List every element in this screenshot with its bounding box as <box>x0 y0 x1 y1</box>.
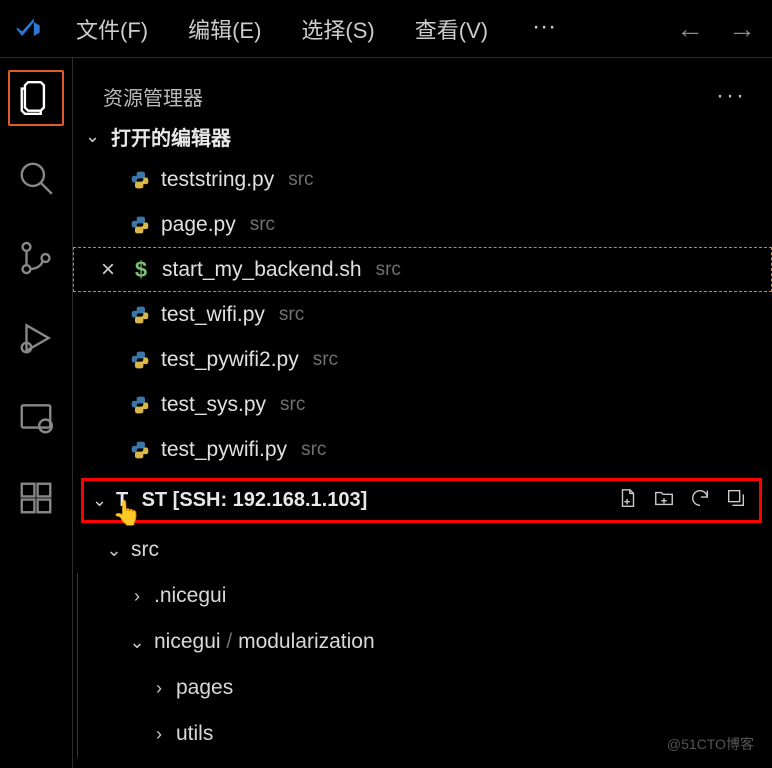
search-icon[interactable] <box>8 150 64 206</box>
filedir: src <box>288 169 313 191</box>
folder-section-highlighted: ⌄ TEST [SSH: 192.168.1.103] <box>81 478 762 523</box>
open-editor-item[interactable]: test_wifi.py src <box>73 292 772 337</box>
tree-label: .nicegui <box>154 584 226 608</box>
new-file-icon[interactable] <box>617 487 639 514</box>
python-file-icon <box>129 305 151 325</box>
nav-arrows: ← → <box>676 15 756 43</box>
chevron-down-icon: ⌄ <box>85 126 105 147</box>
filedir: src <box>313 349 338 371</box>
open-editor-item[interactable]: test_pywifi.py src <box>73 427 772 472</box>
title-bar: 文件(F) 编辑(E) 选择(S) 查看(V) ··· ← → <box>0 0 772 58</box>
chevron-right-icon <box>150 724 168 745</box>
folder-header[interactable]: ⌄ TEST [SSH: 192.168.1.103] <box>86 483 757 518</box>
filename: test_pywifi.py <box>161 438 287 462</box>
filename: test_sys.py <box>161 393 266 417</box>
activity-bar <box>0 58 72 768</box>
open-editor-item[interactable]: test_sys.py src <box>73 382 772 427</box>
nav-forward-icon[interactable]: → <box>728 15 756 43</box>
source-control-icon[interactable] <box>8 230 64 286</box>
python-file-icon <box>129 170 151 190</box>
tree-folder-pages[interactable]: pages <box>77 665 772 711</box>
tree-label: pages <box>176 676 233 700</box>
filename: teststring.py <box>161 168 274 192</box>
menu-bar: 文件(F) 编辑(E) 选择(S) 查看(V) ··· <box>68 9 676 49</box>
tree-folder-nicegui-hidden[interactable]: .nicegui <box>77 573 772 619</box>
tree-folder-src[interactable]: src <box>77 527 772 573</box>
explorer-more-icon[interactable]: ··· <box>716 82 746 110</box>
collapse-all-icon[interactable] <box>725 487 747 514</box>
folder-label: TEST [SSH: 192.168.1.103] <box>116 489 611 512</box>
file-tree: src .nicegui nicegui / modularization pa… <box>73 527 772 757</box>
menu-edit[interactable]: 编辑(E) <box>180 9 269 49</box>
filename: test_pywifi2.py <box>161 348 299 372</box>
main-area: 资源管理器 ··· ⌄ 打开的编辑器 teststring.pysrcpage.… <box>0 58 772 768</box>
filedir: src <box>376 259 401 281</box>
open-editor-item[interactable]: page.py src <box>73 202 772 247</box>
open-editors-header[interactable]: ⌄ 打开的编辑器 <box>73 116 772 157</box>
run-debug-icon[interactable] <box>8 310 64 366</box>
remote-explorer-icon[interactable] <box>8 390 64 446</box>
tree-label: utils <box>176 722 213 746</box>
python-file-icon <box>129 440 151 460</box>
menu-overflow[interactable]: ··· <box>520 9 568 49</box>
filedir: src <box>279 304 304 326</box>
open-editor-item[interactable]: teststring.py src <box>73 157 772 202</box>
refresh-icon[interactable] <box>689 487 711 514</box>
python-file-icon <box>129 395 151 415</box>
open-editors-label: 打开的编辑器 <box>111 122 231 151</box>
menu-file[interactable]: 文件(F) <box>68 9 156 49</box>
new-folder-icon[interactable] <box>653 487 675 514</box>
filedir: src <box>301 439 326 461</box>
chevron-down-icon <box>105 540 123 561</box>
chevron-down-icon <box>128 632 146 653</box>
chevron-down-icon: ⌄ <box>92 490 110 511</box>
close-icon[interactable]: × <box>96 256 120 284</box>
filename: start_my_backend.sh <box>162 258 362 282</box>
explorer-header: 资源管理器 ··· <box>73 76 772 116</box>
python-file-icon <box>129 350 151 370</box>
vscode-logo-icon <box>8 9 48 49</box>
shell-file-icon: $ <box>130 257 152 283</box>
extensions-icon[interactable] <box>8 470 64 526</box>
chevron-right-icon <box>128 586 146 607</box>
filedir: src <box>280 394 305 416</box>
tree-folder-nicegui-modularization[interactable]: nicegui / modularization <box>77 619 772 665</box>
explorer-sidebar: 资源管理器 ··· ⌄ 打开的编辑器 teststring.pysrcpage.… <box>72 58 772 768</box>
filename: page.py <box>161 213 236 237</box>
open-editor-item[interactable]: test_pywifi2.py src <box>73 337 772 382</box>
python-file-icon <box>129 215 151 235</box>
menu-select[interactable]: 选择(S) <box>293 9 382 49</box>
menu-view[interactable]: 查看(V) <box>407 9 496 49</box>
explorer-title: 资源管理器 <box>103 82 203 111</box>
open-editors-list: teststring.py src page.py src × $ start_my_bac… <box>73 157 772 472</box>
explorer-icon[interactable] <box>8 70 64 126</box>
open-editor-item[interactable]: × $ start_my_backend.sh src <box>73 247 772 292</box>
filedir: src <box>250 214 275 236</box>
tree-label: src <box>131 538 159 562</box>
watermark: @51CTO博客 <box>667 734 754 754</box>
folder-actions <box>617 487 751 514</box>
chevron-right-icon <box>150 678 168 699</box>
filename: test_wifi.py <box>161 303 265 327</box>
nav-back-icon[interactable]: ← <box>676 15 704 43</box>
tree-label: nicegui / modularization <box>154 630 375 654</box>
